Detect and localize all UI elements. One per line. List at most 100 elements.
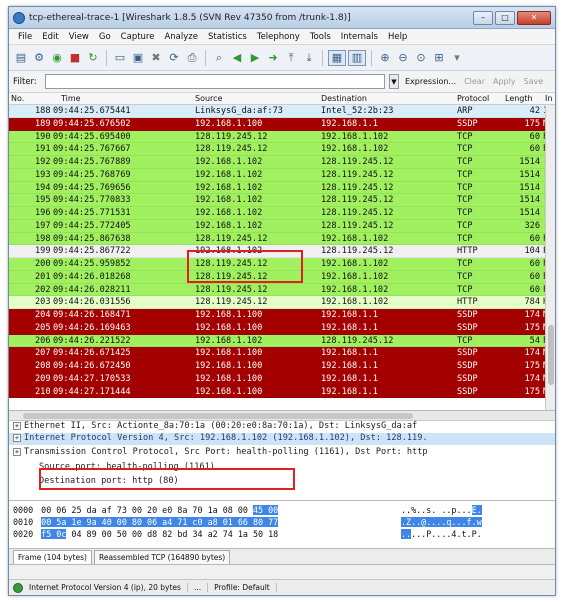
- menu-statistics[interactable]: Statistics: [203, 32, 252, 42]
- interfaces-icon[interactable]: ▤: [13, 50, 29, 66]
- expand-icon[interactable]: +: [13, 421, 21, 430]
- hex-line[interactable]: 0000 00 06 25 da af 73 00 20 e0 8a 70 1a …: [13, 505, 482, 516]
- first-packet-icon[interactable]: ⤒: [283, 50, 299, 66]
- auto-scroll-icon[interactable]: ▥: [348, 49, 366, 66]
- packet-row[interactable]: 210 09:44:27.171444 192.168.1.100 192.168.1…: [9, 385, 555, 399]
- menu-capture[interactable]: Capture: [116, 32, 160, 42]
- packet-row[interactable]: 203 09:44:26.031556 128.119.245.12 192.168.…: [9, 296, 555, 309]
- column-header-info[interactable]: In: [545, 94, 552, 103]
- packet-row[interactable]: 188 09:44:25.675441 LinksysG_da:af:73 Intel…: [9, 105, 555, 118]
- close-button[interactable]: ✕: [517, 10, 551, 25]
- packet-row[interactable]: 189 09:44:25.676502 192.168.1.100 192.168.1…: [9, 117, 555, 131]
- menu-analyze[interactable]: Analyze: [159, 32, 203, 42]
- expand-icon[interactable]: +: [13, 433, 21, 442]
- filter-dropdown-icon[interactable]: ▼: [389, 74, 399, 89]
- more-tools-icon[interactable]: ▾: [449, 50, 465, 66]
- zoom-out-icon[interactable]: ⊖: [395, 50, 411, 66]
- start-capture-icon[interactable]: ◉: [49, 50, 65, 66]
- filter-input[interactable]: [45, 74, 385, 89]
- expand-icon[interactable]: +: [13, 447, 21, 456]
- minimize-button[interactable]: –: [473, 10, 493, 25]
- find-packet-icon[interactable]: ⌕: [211, 50, 227, 66]
- go-back-icon[interactable]: ◀: [229, 50, 245, 66]
- packet-row[interactable]: 207 09:44:26.671425 192.168.1.100 192.168.1…: [9, 347, 555, 360]
- detail-row[interactable]: + Internet Protocol Version 4, Src: 192.1…: [9, 433, 555, 445]
- packet-row[interactable]: 197 09:44:25.772405 192.168.1.102 128.119.2…: [9, 219, 555, 233]
- column-header-source[interactable]: Source: [195, 94, 222, 103]
- packet-row[interactable]: 194 09:44:25.769656 192.168.1.102 128.119.2…: [9, 181, 555, 195]
- resize-columns-icon[interactable]: ⊞: [431, 50, 447, 66]
- zoom-normal-icon[interactable]: ⊙: [413, 50, 429, 66]
- packet-row[interactable]: 190 09:44:25.695400 128.119.245.12 192.168.…: [9, 130, 555, 144]
- stop-capture-icon[interactable]: ■: [67, 50, 83, 66]
- menu-go[interactable]: Go: [94, 32, 116, 42]
- source-port-highlight-box: [39, 468, 295, 490]
- go-forward-icon[interactable]: ▶: [247, 50, 263, 66]
- expert-info-icon[interactable]: [13, 582, 23, 593]
- menu-help[interactable]: Help: [383, 32, 412, 42]
- menu-telephony[interactable]: Telephony: [252, 32, 305, 42]
- packet-row[interactable]: 195 09:44:25.770833 192.168.1.102 128.119.2…: [9, 194, 555, 207]
- clear-button[interactable]: Clear: [462, 77, 487, 86]
- packet-list-scrollbar[interactable]: [545, 105, 555, 410]
- column-header-no[interactable]: No.: [11, 94, 24, 103]
- print-icon[interactable]: ⎙: [184, 50, 200, 66]
- detail-row[interactable]: + Ethernet II, Src: Actionte_8a:70:1a (00…: [13, 421, 417, 433]
- packet-row[interactable]: 198 09:44:25.867638 128.119.245.12 192.168.…: [9, 232, 555, 246]
- tab-frame[interactable]: Frame (104 bytes): [13, 550, 92, 564]
- column-header-protocol[interactable]: Protocol: [457, 94, 489, 103]
- close-file-icon[interactable]: ✖: [148, 50, 164, 66]
- column-header-time[interactable]: Time: [61, 94, 81, 103]
- packet-row[interactable]: 196 09:44:25.771531 192.168.1.102 128.119.2…: [9, 207, 555, 220]
- save-filter-button[interactable]: Save: [522, 77, 546, 86]
- last-packet-icon[interactable]: ⤓: [301, 50, 317, 66]
- hex-line[interactable]: 0010 00 5a 1e 9a 40 00 80 06 a4 71 c0 a8 …: [13, 517, 482, 528]
- packet-cell-proto: TCP: [457, 157, 473, 167]
- packet-cell-proto: SSDP: [457, 118, 478, 129]
- packet-list-hscrollbar[interactable]: [9, 411, 555, 421]
- detail-row[interactable]: + Transmission Control Protocol, Src Port…: [13, 447, 428, 459]
- hex-line[interactable]: 0020 f5 0c 04 89 00 50 00 d8 82 bd 34 a2 …: [13, 529, 482, 540]
- packet-cell-no: 209: [35, 373, 51, 384]
- packet-row[interactable]: 208 09:44:26.672450 192.168.1.100 192.168.1…: [9, 360, 555, 373]
- packet-cell-len: 104: [524, 246, 540, 257]
- column-header-destination[interactable]: Destination: [321, 94, 367, 103]
- packet-row[interactable]: 209 09:44:27.170533 192.168.1.100 192.168.1…: [9, 372, 555, 386]
- zoom-in-icon[interactable]: ⊕: [377, 50, 393, 66]
- open-file-icon[interactable]: ▭: [112, 50, 128, 66]
- reload-file-icon[interactable]: ⟳: [166, 50, 182, 66]
- packet-cell-len: 1514: [519, 169, 540, 180]
- packet-row[interactable]: 205 09:44:26.169463 192.168.1.100 192.168.1…: [9, 321, 555, 335]
- capture-options-icon[interactable]: ⚙: [31, 50, 47, 66]
- colorize-icon[interactable]: ▦: [328, 49, 346, 66]
- packet-row[interactable]: 206 09:44:26.221522 192.168.1.102 128.119.2…: [9, 334, 555, 348]
- hex-ascii-chars: ..%..s. ..p...: [401, 505, 472, 515]
- packet-cell-dst: 128.119.245.12: [321, 246, 394, 257]
- packet-row[interactable]: 192 09:44:25.767889 192.168.1.102 128.119.2…: [9, 156, 555, 169]
- menu-file[interactable]: File: [13, 32, 37, 42]
- maximize-button[interactable]: □: [495, 10, 515, 25]
- packet-cell-dst: 192.168.1.102: [321, 271, 389, 282]
- expression-button[interactable]: Expression...: [403, 77, 458, 86]
- menu-edit[interactable]: Edit: [37, 32, 63, 42]
- packet-row[interactable]: 191 09:44:25.767667 128.119.245.12 192.168.…: [9, 143, 555, 156]
- packet-row[interactable]: 193 09:44:25.768769 192.168.1.102 128.119.2…: [9, 168, 555, 182]
- packet-row[interactable]: 204 09:44:26.168471 192.168.1.100 192.168.1…: [9, 309, 555, 322]
- save-file-icon[interactable]: ▣: [130, 50, 146, 66]
- packet-row[interactable]: 202 09:44:26.028211 128.119.245.12 192.168.…: [9, 283, 555, 297]
- restart-capture-icon[interactable]: ↻: [85, 50, 101, 66]
- go-to-packet-icon[interactable]: ➜: [265, 50, 281, 66]
- packet-cell-no: 194: [35, 182, 51, 193]
- apply-button[interactable]: Apply: [491, 77, 518, 86]
- column-header-length[interactable]: Length: [505, 94, 533, 103]
- menu-internals[interactable]: Internals: [336, 32, 383, 42]
- packet-cell-src: 128.119.245.12: [195, 297, 268, 308]
- status-profile[interactable]: Profile: Default: [214, 583, 277, 592]
- menu-view[interactable]: View: [64, 32, 94, 42]
- packet-cell-proto: TCP: [457, 233, 473, 244]
- packet-cell-proto: TCP: [457, 182, 473, 193]
- menu-tools[interactable]: Tools: [305, 32, 336, 42]
- hex-ascii-chars: ...P....4.t.P.: [411, 529, 482, 539]
- hex-ascii-chars: ..: [401, 529, 412, 539]
- tab-reassembled-tcp[interactable]: Reassembled TCP (164890 bytes): [93, 550, 231, 564]
